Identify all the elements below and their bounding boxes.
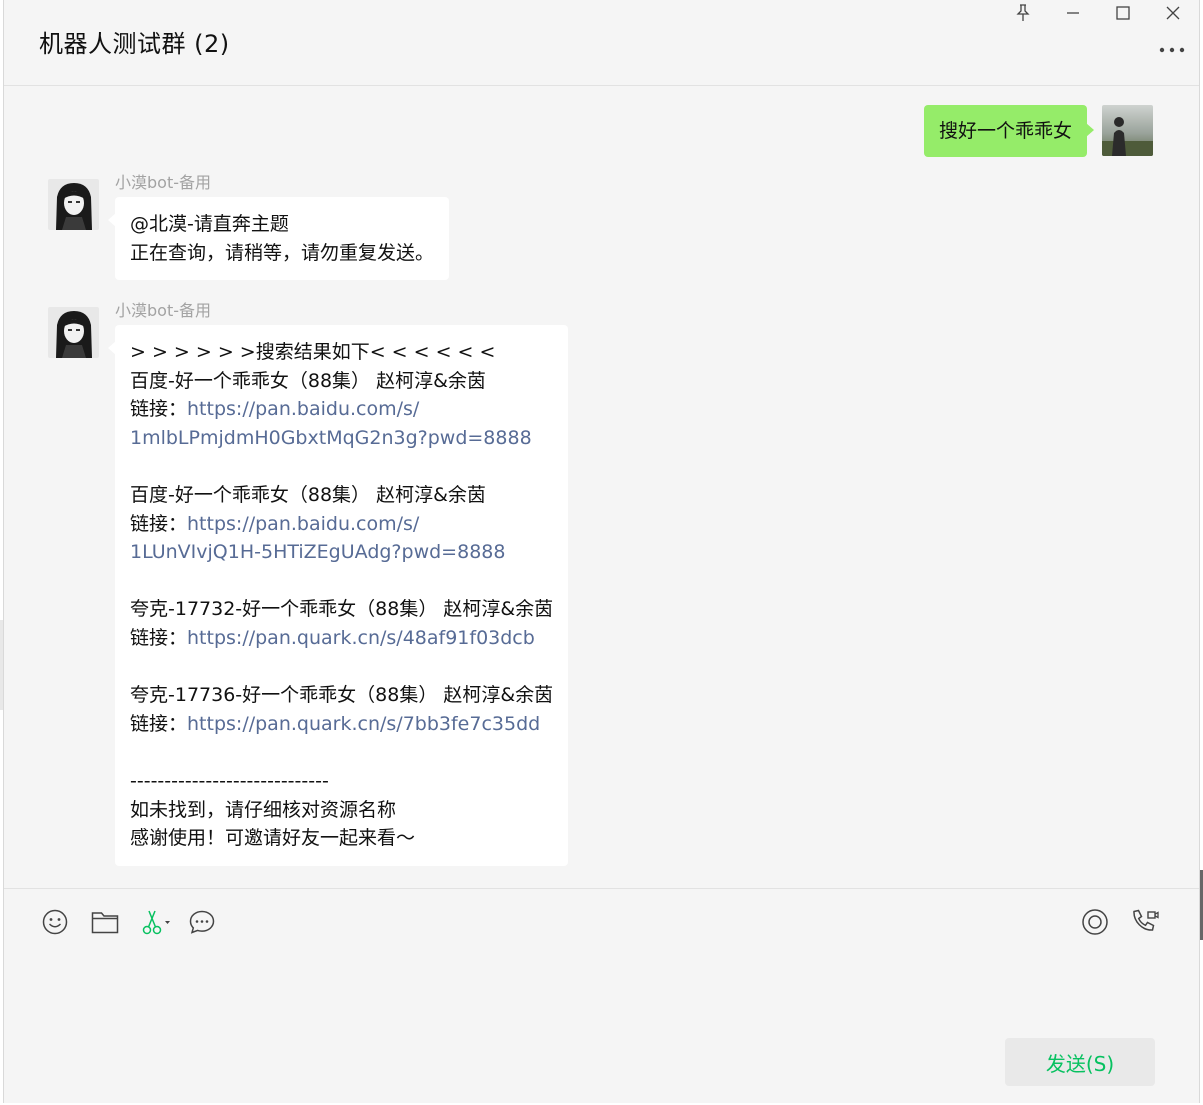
divider-line: -----------------------------: [130, 769, 329, 792]
voice-video-call-icon[interactable]: [1129, 906, 1161, 938]
outgoing-bubble[interactable]: 搜好一个乖乖女: [923, 105, 1095, 157]
sender-name: 小漠bot-备用: [115, 301, 211, 320]
maximize-icon[interactable]: [1099, 0, 1147, 26]
footer-line: 如未找到，请仔细核对资源名称: [130, 798, 397, 821]
live-icon[interactable]: [1079, 906, 1111, 938]
emoji-icon[interactable]: [39, 906, 71, 938]
chat-title: 机器人测试群 (2): [39, 30, 230, 58]
chat-window: 机器人测试群 (2) 搜好一个乖乖女 小漠bot-备用 @北漠-请直奔主题 正在…: [3, 0, 1200, 1103]
result-link[interactable]: https://pan.quark.cn/s/7bb3fe7c35dd: [187, 713, 540, 735]
my-avatar[interactable]: [1102, 105, 1153, 156]
link-label: 链接：: [130, 398, 188, 421]
footer-line: 感谢使用！可邀请好友一起来看～: [130, 827, 416, 850]
results-header: > > > > > >搜索结果如下< < < < < <: [130, 341, 496, 363]
pin-icon[interactable]: [999, 0, 1047, 26]
close-icon[interactable]: [1149, 0, 1197, 26]
minimize-icon[interactable]: [1049, 0, 1097, 26]
send-button[interactable]: 发送(S): [1005, 1038, 1155, 1086]
message-line: 正在查询，请稍等，请勿重复发送。: [130, 241, 435, 264]
background-window-edge: [0, 620, 3, 710]
incoming-message: 小漠bot-备用 > > > > > >搜索结果如下< < < < < < 百度-…: [48, 301, 569, 866]
link-label: 链接：: [130, 512, 188, 535]
message-list[interactable]: 搜好一个乖乖女 小漠bot-备用 @北漠-请直奔主题 正在查询，请稍等，请勿重复…: [4, 87, 1199, 887]
folder-icon[interactable]: [89, 906, 121, 938]
bot-avatar[interactable]: [48, 307, 99, 358]
result-title: 百度-好一个乖乖女（88集） 赵柯淳&余茵: [130, 369, 486, 392]
more-icon[interactable]: [1157, 40, 1187, 60]
result-link[interactable]: https://pan.baidu.com/s/: [187, 513, 419, 535]
input-area[interactable]: 发送(S): [4, 888, 1199, 1103]
result-link[interactable]: 1LUnVIvjQ1H-5HTiZEgUAdg?pwd=8888: [130, 538, 553, 567]
sender-name: 小漠bot-备用: [115, 173, 211, 192]
bot-avatar[interactable]: [48, 179, 99, 230]
link-label: 链接：: [130, 712, 188, 735]
result-link[interactable]: 1mlbLPmjdmH0GbxtMqG2n3g?pwd=8888: [130, 424, 553, 453]
result-link[interactable]: https://pan.baidu.com/s/: [187, 398, 419, 420]
title-bar: 机器人测试群 (2): [4, 0, 1199, 86]
result-link[interactable]: https://pan.quark.cn/s/48af91f03dcb: [187, 627, 535, 649]
incoming-bubble[interactable]: @北漠-请直奔主题正在查询，请稍等，请勿重复发送。: [107, 197, 450, 281]
result-title: 夸克-17732-好一个乖乖女（88集） 赵柯淳&余茵: [130, 598, 554, 621]
incoming-message: 小漠bot-备用 @北漠-请直奔主题正在查询，请稍等，请勿重复发送。: [48, 173, 450, 281]
link-label: 链接：: [130, 626, 188, 649]
scissors-icon[interactable]: [138, 906, 174, 938]
search-results-bubble[interactable]: > > > > > >搜索结果如下< < < < < < 百度-好一个乖乖女（88…: [107, 325, 569, 866]
result-title: 夸克-17736-好一个乖乖女（88集） 赵柯淳&余茵: [130, 684, 554, 707]
chat-history-icon[interactable]: [186, 906, 218, 938]
outgoing-message: 搜好一个乖乖女: [923, 105, 1153, 157]
result-title: 百度-好一个乖乖女（88集） 赵柯淳&余茵: [130, 483, 486, 506]
message-line: @北漠-请直奔主题: [130, 213, 289, 235]
